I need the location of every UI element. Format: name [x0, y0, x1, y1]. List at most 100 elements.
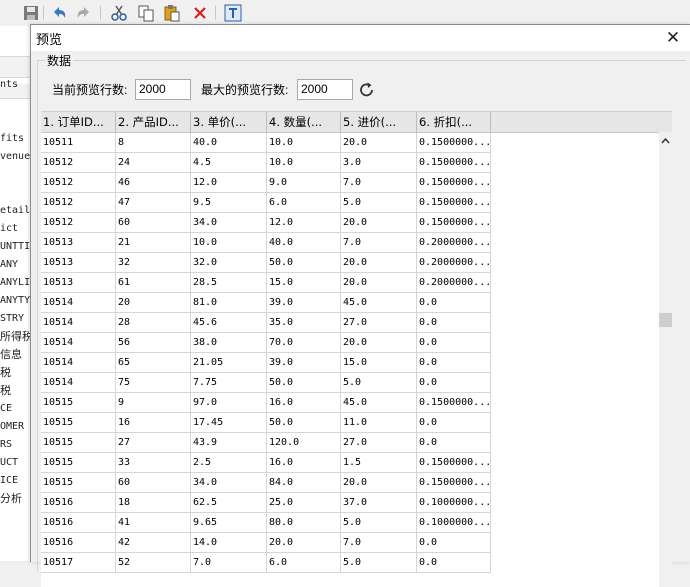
table-cell[interactable]: 0.0	[417, 533, 491, 553]
table-cell[interactable]: 10.0	[267, 133, 341, 153]
table-cell[interactable]: 10.0	[191, 233, 267, 253]
table-cell[interactable]: 0.1500000...	[417, 213, 491, 233]
table-cell[interactable]: 10516	[41, 513, 116, 533]
table-cell[interactable]: 18	[116, 493, 191, 513]
table-row[interactable]: 10514 28 45.6 35.0 27.0 0.0	[41, 313, 491, 333]
table-cell[interactable]: 50.0	[267, 253, 341, 273]
table-cell[interactable]: 80.0	[267, 513, 341, 533]
table-cell[interactable]: 20.0	[341, 473, 417, 493]
column-header[interactable]: 1. 订单ID...	[41, 112, 116, 132]
sidebar-item[interactable]: UNTTI	[0, 238, 32, 256]
current-rows-field[interactable]: 2000	[135, 79, 191, 100]
table-cell[interactable]: 27	[116, 433, 191, 453]
table-cell[interactable]: 24	[116, 153, 191, 173]
table-cell[interactable]: 16	[116, 413, 191, 433]
table-cell[interactable]: 84.0	[267, 473, 341, 493]
table-cell[interactable]: 0.2000000...	[417, 253, 491, 273]
table-cell[interactable]: 0.1500000...	[417, 453, 491, 473]
table-cell[interactable]: 50.0	[267, 413, 341, 433]
table-cell[interactable]: 10513	[41, 253, 116, 273]
table-cell[interactable]: 33	[116, 453, 191, 473]
table-cell[interactable]: 10513	[41, 273, 116, 293]
close-icon[interactable]: ✕	[663, 27, 683, 49]
paste-icon[interactable]	[163, 4, 181, 22]
table-cell[interactable]: 0.1500000...	[417, 473, 491, 493]
table-cell[interactable]: 9	[116, 393, 191, 413]
table-cell[interactable]: 0.1500000...	[417, 133, 491, 153]
table-cell[interactable]: 20.0	[341, 253, 417, 273]
sidebar-item[interactable]: fits	[0, 130, 32, 148]
vertical-scrollbar[interactable]	[659, 132, 672, 587]
copy-icon[interactable]	[137, 4, 155, 22]
table-cell[interactable]: 0.0	[417, 353, 491, 373]
table-cell[interactable]: 10.0	[267, 153, 341, 173]
table-cell[interactable]: 0.0	[417, 293, 491, 313]
table-cell[interactable]: 10512	[41, 193, 116, 213]
table-cell[interactable]: 70.0	[267, 333, 341, 353]
sidebar-item[interactable]: UCT	[0, 454, 32, 472]
table-cell[interactable]: 47	[116, 193, 191, 213]
table-cell[interactable]: 10514	[41, 293, 116, 313]
table-cell[interactable]: 14.0	[191, 533, 267, 553]
table-row[interactable]: 10513 32 32.0 50.0 20.0 0.2000000...	[41, 253, 491, 273]
column-header[interactable]: 3. 单价(...	[191, 112, 267, 132]
table-cell[interactable]: 10512	[41, 213, 116, 233]
table-cell[interactable]: 32.0	[191, 253, 267, 273]
table-row[interactable]: 10516 42 14.0 20.0 7.0 0.0	[41, 533, 491, 553]
table-cell[interactable]: 21	[116, 233, 191, 253]
table-cell[interactable]: 5.0	[341, 513, 417, 533]
table-row[interactable]: 10516 18 62.5 25.0 37.0 0.1000000...	[41, 493, 491, 513]
table-cell[interactable]: 20.0	[341, 133, 417, 153]
table-cell[interactable]: 34.0	[191, 473, 267, 493]
table-cell[interactable]: 0.1000000...	[417, 493, 491, 513]
table-cell[interactable]: 10513	[41, 233, 116, 253]
sidebar-item[interactable]: venue	[0, 148, 32, 166]
sidebar-item[interactable]: ICE	[0, 472, 32, 490]
table-cell[interactable]: 5.0	[341, 553, 417, 573]
table-cell[interactable]: 0.1500000...	[417, 193, 491, 213]
table-cell[interactable]: 34.0	[191, 213, 267, 233]
table-cell[interactable]: 20.0	[267, 533, 341, 553]
table-row[interactable]: 10512 60 34.0 12.0 20.0 0.1500000...	[41, 213, 491, 233]
chevron-up-icon[interactable]	[659, 134, 672, 146]
table-cell[interactable]: 46	[116, 173, 191, 193]
table-cell[interactable]: 28.5	[191, 273, 267, 293]
column-header[interactable]: 2. 产品ID...	[116, 112, 191, 132]
column-header[interactable]: 5. 进价(...	[341, 112, 417, 132]
table-cell[interactable]: 0.0	[417, 433, 491, 453]
sidebar-item[interactable]: CE	[0, 400, 32, 418]
table-cell[interactable]: 0.0	[417, 553, 491, 573]
table-cell[interactable]: 37.0	[341, 493, 417, 513]
sidebar-item[interactable]: RS	[0, 436, 32, 454]
sidebar-item[interactable]: 信息	[0, 346, 32, 364]
table-cell[interactable]: 17.45	[191, 413, 267, 433]
table-cell[interactable]: 0.1500000...	[417, 393, 491, 413]
table-cell[interactable]: 20	[116, 293, 191, 313]
table-cell[interactable]: 9.65	[191, 513, 267, 533]
table-cell[interactable]: 4.5	[191, 153, 267, 173]
table-cell[interactable]: 60	[116, 213, 191, 233]
table-cell[interactable]: 45.0	[341, 393, 417, 413]
table-cell[interactable]: 81.0	[191, 293, 267, 313]
table-row[interactable]: 10514 56 38.0 70.0 20.0 0.0	[41, 333, 491, 353]
table-row[interactable]: 10514 20 81.0 39.0 45.0 0.0	[41, 293, 491, 313]
table-cell[interactable]: 20.0	[341, 273, 417, 293]
table-cell[interactable]: 32	[116, 253, 191, 273]
table-cell[interactable]: 10517	[41, 553, 116, 573]
table-cell[interactable]: 10515	[41, 473, 116, 493]
cut-icon[interactable]	[110, 4, 128, 22]
table-cell[interactable]: 0.0	[417, 413, 491, 433]
sidebar-item[interactable]: nts	[0, 76, 32, 94]
sidebar-item[interactable]: OMER	[0, 418, 32, 436]
table-cell[interactable]: 39.0	[267, 293, 341, 313]
table-cell[interactable]: 20.0	[341, 333, 417, 353]
scrollbar-thumb[interactable]	[659, 313, 672, 327]
table-cell[interactable]: 7.0	[341, 233, 417, 253]
table-row[interactable]: 10513 21 10.0 40.0 7.0 0.2000000...	[41, 233, 491, 253]
table-cell[interactable]: 10514	[41, 373, 116, 393]
table-cell[interactable]: 28	[116, 313, 191, 333]
table-row[interactable]: 10515 9 97.0 16.0 45.0 0.1500000...	[41, 393, 491, 413]
table-cell[interactable]: 11.0	[341, 413, 417, 433]
table-cell[interactable]: 5.0	[341, 373, 417, 393]
table-cell[interactable]: 0.0	[417, 333, 491, 353]
